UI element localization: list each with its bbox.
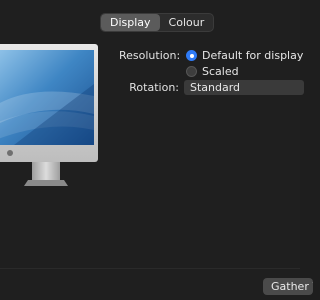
tab-display[interactable]: Display (101, 14, 160, 31)
tab-colour[interactable]: Colour (160, 14, 214, 31)
resolution-option-default-label: Default for display (202, 49, 304, 62)
radio-selected-icon (186, 50, 197, 61)
monitor-icon (0, 44, 104, 198)
resolution-option-scaled[interactable]: Scaled (186, 65, 239, 78)
resolution-label: Resolution: (119, 49, 181, 62)
apple-logo-icon (7, 150, 13, 156)
gather-windows-button[interactable]: Gather Windows (263, 278, 313, 295)
resolution-option-scaled-label: Scaled (202, 65, 239, 78)
rotation-label: Rotation: (129, 81, 179, 94)
resolution-option-default[interactable]: Default for display (186, 49, 303, 62)
display-preferences-pane: Display Colour Resolution: Default for d… (0, 0, 313, 300)
bottom-divider (0, 268, 300, 269)
tab-bar: Display Colour (100, 13, 215, 32)
rotation-select[interactable]: Standard (184, 80, 304, 95)
radio-unselected-icon (186, 66, 197, 77)
